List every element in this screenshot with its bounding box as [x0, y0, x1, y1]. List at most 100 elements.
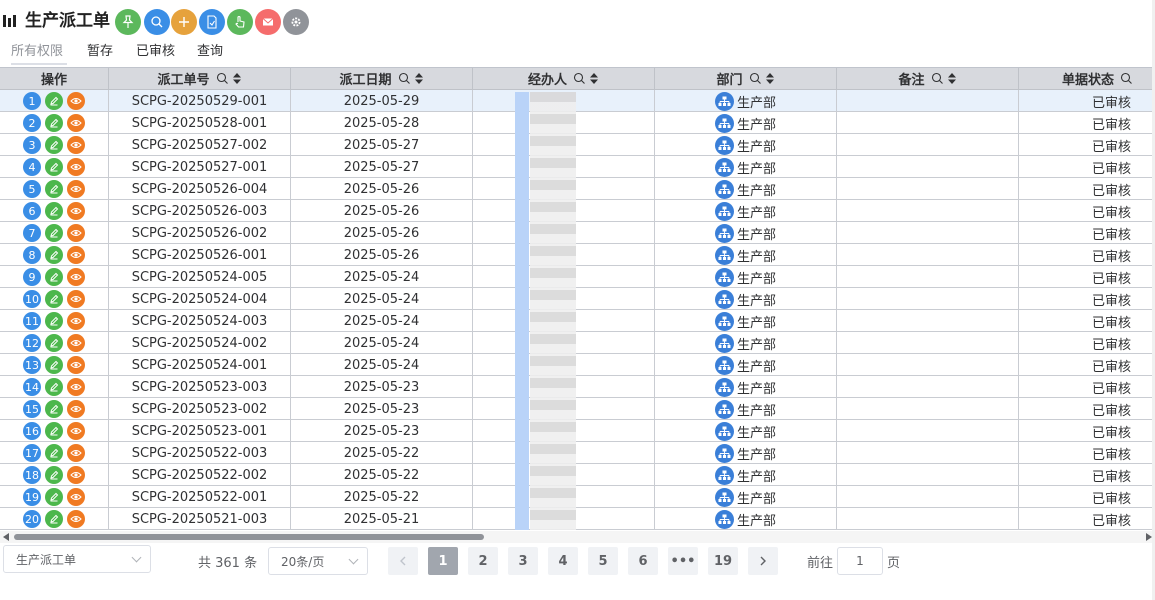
page-button-1[interactable]: 1 — [428, 547, 458, 575]
page-button-3[interactable]: 3 — [508, 547, 538, 575]
horizontal-scrollbar[interactable] — [0, 531, 1155, 543]
tab-query[interactable]: 查询 — [197, 43, 223, 60]
filter-search-icon[interactable] — [216, 72, 229, 85]
next-page-button[interactable] — [748, 547, 778, 575]
page-button-19[interactable]: 19 — [708, 547, 738, 575]
more-pages-button[interactable]: ••• — [668, 547, 698, 575]
view-button[interactable] — [67, 114, 85, 132]
edit-button[interactable] — [45, 312, 63, 330]
table-row[interactable]: 8 SCPG-20250526-001 2025-05-26 生产部 已审核 — [0, 244, 1155, 266]
table-row[interactable]: 3 SCPG-20250527-002 2025-05-27 生产部 已审核 — [0, 134, 1155, 156]
view-button[interactable] — [67, 158, 85, 176]
table-row[interactable]: 7 SCPG-20250526-002 2025-05-26 生产部 已审核 — [0, 222, 1155, 244]
table-row[interactable]: 9 SCPG-20250524-005 2025-05-24 生产部 已审核 — [0, 266, 1155, 288]
search-button[interactable] — [144, 9, 170, 35]
page-button-6[interactable]: 6 — [628, 547, 658, 575]
filter-search-icon[interactable] — [398, 72, 411, 85]
view-button[interactable] — [67, 136, 85, 154]
view-button[interactable] — [67, 510, 85, 528]
view-button[interactable] — [67, 224, 85, 242]
page-size-select[interactable]: 20条/页 — [268, 547, 368, 575]
edit-button[interactable] — [45, 268, 63, 286]
tab-approved[interactable]: 已审核 — [136, 43, 175, 60]
page-button-4[interactable]: 4 — [548, 547, 578, 575]
view-button[interactable] — [67, 378, 85, 396]
view-button[interactable] — [67, 488, 85, 506]
edit-button[interactable] — [45, 114, 63, 132]
view-button[interactable] — [67, 312, 85, 330]
view-button[interactable] — [67, 400, 85, 418]
table-row[interactable]: 19 SCPG-20250522-001 2025-05-22 生产部 已审核 — [0, 486, 1155, 508]
edit-button[interactable] — [45, 400, 63, 418]
edit-button[interactable] — [45, 202, 63, 220]
edit-button[interactable] — [45, 224, 63, 242]
tab-draft[interactable]: 暂存 — [87, 43, 113, 60]
view-button[interactable] — [67, 268, 85, 286]
table-row[interactable]: 6 SCPG-20250526-003 2025-05-26 生产部 已审核 — [0, 200, 1155, 222]
view-button[interactable] — [67, 246, 85, 264]
edit-button[interactable] — [45, 290, 63, 308]
view-button[interactable] — [67, 334, 85, 352]
pin-button[interactable] — [115, 9, 141, 35]
form-type-select[interactable]: 生产派工单 — [3, 545, 151, 573]
edit-button[interactable] — [45, 422, 63, 440]
table-row[interactable]: 1 SCPG-20250529-001 2025-05-29 生产部 已审核 — [0, 90, 1155, 112]
column-header-date[interactable]: 派工日期 — [291, 68, 473, 90]
sort-icon[interactable] — [589, 72, 599, 85]
view-button[interactable] — [67, 92, 85, 110]
edit-button[interactable] — [45, 378, 63, 396]
edit-button[interactable] — [45, 510, 63, 528]
page-button-5[interactable]: 5 — [588, 547, 618, 575]
column-header-dept[interactable]: 部门 — [655, 68, 837, 90]
edit-button[interactable] — [45, 246, 63, 264]
settings-button[interactable] — [283, 9, 309, 35]
goto-page-input[interactable]: 1 — [837, 547, 883, 575]
prev-page-button[interactable] — [388, 547, 418, 575]
view-button[interactable] — [67, 202, 85, 220]
sort-icon[interactable] — [232, 72, 242, 85]
filter-search-icon[interactable] — [749, 72, 762, 85]
table-row[interactable]: 11 SCPG-20250524-003 2025-05-24 生产部 已审核 — [0, 310, 1155, 332]
page-button-2[interactable]: 2 — [468, 547, 498, 575]
mail-button[interactable] — [255, 9, 281, 35]
view-button[interactable] — [67, 444, 85, 462]
scroll-left-arrow-icon[interactable] — [3, 533, 9, 541]
view-button[interactable] — [67, 356, 85, 374]
edit-button[interactable] — [45, 180, 63, 198]
pointer-button[interactable] — [227, 9, 253, 35]
document-button[interactable] — [199, 9, 225, 35]
table-row[interactable]: 15 SCPG-20250523-002 2025-05-23 生产部 已审核 — [0, 398, 1155, 420]
view-button[interactable] — [67, 180, 85, 198]
table-row[interactable]: 13 SCPG-20250524-001 2025-05-24 生产部 已审核 — [0, 354, 1155, 376]
edit-button[interactable] — [45, 136, 63, 154]
edit-button[interactable] — [45, 444, 63, 462]
view-button[interactable] — [67, 422, 85, 440]
sort-icon[interactable] — [947, 72, 957, 85]
sort-icon[interactable] — [414, 72, 424, 85]
scrollbar-thumb[interactable] — [14, 534, 484, 540]
edit-button[interactable] — [45, 466, 63, 484]
column-header-handler[interactable]: 经办人 — [473, 68, 655, 90]
column-header-order-no[interactable]: 派工单号 — [109, 68, 291, 90]
table-row[interactable]: 2 SCPG-20250528-001 2025-05-28 生产部 已审核 — [0, 112, 1155, 134]
table-row[interactable]: 17 SCPG-20250522-003 2025-05-22 生产部 已审核 — [0, 442, 1155, 464]
table-row[interactable]: 12 SCPG-20250524-002 2025-05-24 生产部 已审核 — [0, 332, 1155, 354]
filter-search-icon[interactable] — [1120, 72, 1133, 85]
view-button[interactable] — [67, 466, 85, 484]
filter-search-icon[interactable] — [573, 72, 586, 85]
column-header-remark[interactable]: 备注 — [837, 68, 1019, 90]
add-button[interactable] — [171, 9, 197, 35]
table-row[interactable]: 18 SCPG-20250522-002 2025-05-22 生产部 已审核 — [0, 464, 1155, 486]
edit-button[interactable] — [45, 356, 63, 374]
table-row[interactable]: 10 SCPG-20250524-004 2025-05-24 生产部 已审核 — [0, 288, 1155, 310]
tab-all-permissions[interactable]: 所有权限 — [11, 43, 63, 60]
table-row[interactable]: 16 SCPG-20250523-001 2025-05-23 生产部 已审核 — [0, 420, 1155, 442]
edit-button[interactable] — [45, 158, 63, 176]
edit-button[interactable] — [45, 488, 63, 506]
table-row[interactable]: 14 SCPG-20250523-003 2025-05-23 生产部 已审核 — [0, 376, 1155, 398]
table-row[interactable]: 5 SCPG-20250526-004 2025-05-26 生产部 已审核 — [0, 178, 1155, 200]
edit-button[interactable] — [45, 334, 63, 352]
filter-search-icon[interactable] — [931, 72, 944, 85]
column-header-status[interactable]: 单据状态 — [1019, 68, 1155, 90]
table-row[interactable]: 4 SCPG-20250527-001 2025-05-27 生产部 已审核 — [0, 156, 1155, 178]
